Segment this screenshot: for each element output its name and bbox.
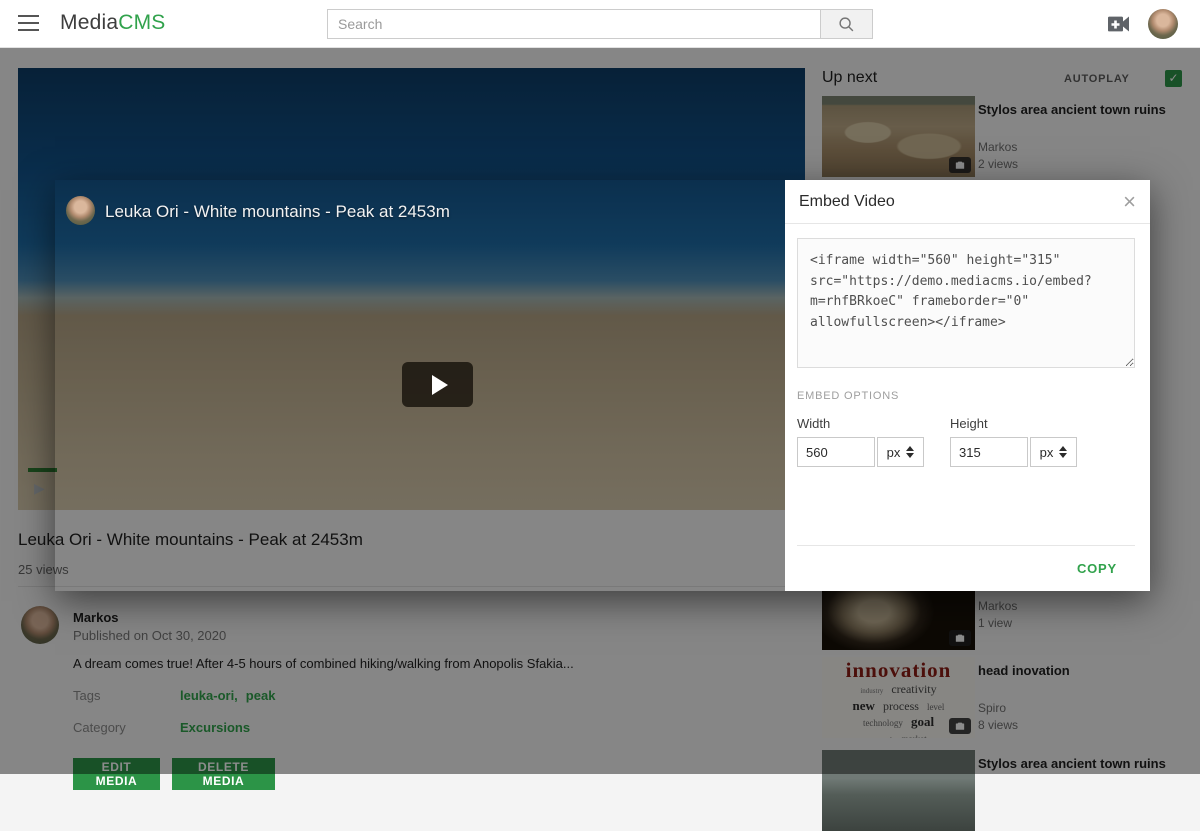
close-icon[interactable]: × xyxy=(1123,191,1136,213)
width-label: Width xyxy=(797,416,950,431)
search-icon xyxy=(838,16,855,33)
copy-button[interactable]: COPY xyxy=(1077,561,1117,576)
search-input[interactable] xyxy=(327,9,820,39)
modal-footer: COPY xyxy=(797,545,1135,591)
height-unit-value: px xyxy=(1040,445,1054,460)
modal-header: Embed Video × xyxy=(785,180,1150,224)
spinner-arrows-icon xyxy=(1059,446,1067,458)
embed-video-modal: Leuka Ori - White mountains - Peak at 24… xyxy=(55,180,1150,591)
width-unit-value: px xyxy=(887,445,901,460)
preview-author-avatar xyxy=(66,196,95,225)
search-button[interactable] xyxy=(820,9,873,39)
height-label: Height xyxy=(950,416,1103,431)
preview-play-button[interactable] xyxy=(402,362,473,407)
height-field-group: Height px xyxy=(950,416,1103,467)
embed-options-panel: Embed Video × <iframe width="560" height… xyxy=(785,180,1150,591)
embed-code-textarea[interactable]: <iframe width="560" height="315" src="ht… xyxy=(797,238,1135,368)
modal-body: <iframe width="560" height="315" src="ht… xyxy=(785,224,1150,591)
height-input[interactable] xyxy=(950,437,1028,467)
upload-media-button[interactable] xyxy=(1106,13,1132,35)
brand-cms: CMS xyxy=(118,11,165,34)
play-icon xyxy=(432,375,448,395)
search-bar xyxy=(327,9,873,39)
embed-preview-player[interactable]: Leuka Ori - White mountains - Peak at 24… xyxy=(55,180,785,591)
videocam-plus-icon xyxy=(1106,13,1132,35)
spinner-arrows-icon xyxy=(906,446,914,458)
size-fields: Width px Height px xyxy=(797,416,1135,467)
embed-options-label: EMBED OPTIONS xyxy=(797,390,1135,402)
height-unit-select[interactable]: px xyxy=(1030,437,1077,467)
width-field-group: Width px xyxy=(797,416,950,467)
brand-media: Media xyxy=(60,11,118,34)
menu-icon[interactable] xyxy=(18,15,39,32)
width-unit-select[interactable]: px xyxy=(877,437,924,467)
width-input[interactable] xyxy=(797,437,875,467)
modal-title: Embed Video xyxy=(799,193,895,211)
brand-logo[interactable]: MediaCMS xyxy=(60,11,165,35)
top-bar: MediaCMS xyxy=(0,0,1200,48)
preview-video-title: Leuka Ori - White mountains - Peak at 24… xyxy=(105,202,450,222)
user-avatar[interactable] xyxy=(1148,9,1178,39)
